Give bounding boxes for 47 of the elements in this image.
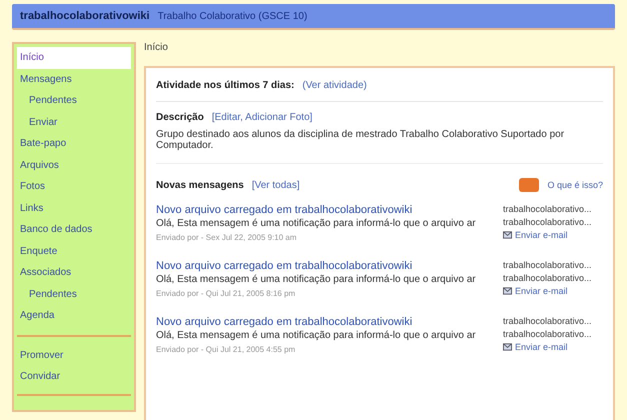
message-snippet: Olá, Esta mensagem é uma notificação para informá-lo que o arquivo ar xyxy=(156,274,476,285)
sidebar-item[interactable]: Links xyxy=(17,198,131,219)
message-snippet: Olá, Esta mensagem é uma notificação para informá-lo que o arquivo ar xyxy=(156,218,476,229)
sidebar-item[interactable]: Banco de dados xyxy=(17,219,131,240)
sidebar-item[interactable]: Bate-papo xyxy=(17,133,131,154)
message-snippet: Olá, Esta mensagem é uma notificação para informá-lo que o arquivo ar xyxy=(156,330,476,341)
breadcrumb: Início xyxy=(144,42,169,55)
edit-link[interactable]: [Editar, Adicionar Foto] xyxy=(212,112,312,123)
sidebar-item[interactable]: Enviar xyxy=(17,112,131,133)
message-meta: Enviado por - Sex Jul 22, 2005 9:10 am xyxy=(156,233,298,242)
sidebar-item[interactable]: Fotos xyxy=(17,176,131,198)
view-all-link[interactable]: [Ver todas] xyxy=(252,180,300,190)
sidebar-item[interactable]: Enquete xyxy=(17,240,131,262)
send-email-link[interactable]: Enviar e-mail xyxy=(515,230,568,240)
sidebar-item[interactable]: Pendentes xyxy=(17,284,131,305)
group-subtitle: Trabalho Colaborativo (GSCE 10) xyxy=(158,10,308,22)
sidebar-item[interactable]: Convidar xyxy=(17,366,131,388)
description-label: Descrição xyxy=(156,112,204,123)
envelope-icon xyxy=(503,231,512,239)
sidebar-item[interactable]: Mensagens xyxy=(17,68,131,90)
sidebar-item[interactable]: Associados xyxy=(17,262,131,284)
message-author: trabalhocolaborativo... xyxy=(503,329,593,339)
sidebar-item[interactable]: Arquivos xyxy=(17,154,131,176)
sidebar-item[interactable]: Promover xyxy=(17,344,131,366)
message-meta: Enviado por - Qui Jul 21, 2005 8:16 pm xyxy=(156,289,296,298)
description-text: Grupo destinado aos alunos da disciplina de mestrado Trabalho Colaborativo Suportado por Computador. xyxy=(156,129,566,151)
group-name: trabalhocolaborativowiki xyxy=(20,10,150,22)
message-author: trabalhocolaborativo... xyxy=(503,260,593,270)
sidebar-item[interactable]: Início xyxy=(17,47,131,68)
sidebar-item[interactable]: Pendentes xyxy=(17,90,131,112)
envelope-icon xyxy=(503,343,512,351)
activity-label: Atividade nos últimos 7 dias: xyxy=(156,80,294,91)
rss-help-link[interactable]: O que é isso? xyxy=(547,180,603,190)
message-subject[interactable]: Novo arquivo carregado em trabalhocolaborativowiki xyxy=(156,316,476,328)
message-meta: Enviado por - Qui Jul 21, 2005 4:55 pm xyxy=(156,345,296,354)
messages-label: Novas mensagens xyxy=(156,180,244,190)
send-email-link[interactable]: Enviar e-mail xyxy=(515,342,568,352)
activity-link[interactable]: (Ver atividade) xyxy=(302,80,367,91)
message-subject[interactable]: Novo arquivo carregado em trabalhocolaborativowiki xyxy=(156,260,476,272)
message-author: trabalhocolaborativo... xyxy=(503,316,593,326)
message-author: trabalhocolaborativo... xyxy=(503,273,593,283)
envelope-icon xyxy=(503,287,512,295)
message-author: trabalhocolaborativo... xyxy=(503,217,593,227)
message-subject[interactable]: Novo arquivo carregado em trabalhocolaborativowiki xyxy=(156,204,476,216)
send-email-link[interactable]: Enviar e-mail xyxy=(515,286,568,296)
sidebar-item[interactable]: Agenda xyxy=(17,305,131,326)
message-author: trabalhocolaborativo... xyxy=(503,204,593,214)
